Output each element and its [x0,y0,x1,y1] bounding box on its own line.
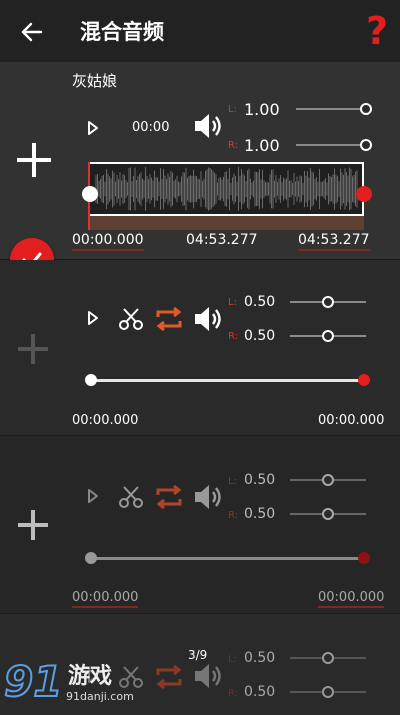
trim-range-bar[interactable] [92,557,364,560]
right-channel-value: 0.50 [244,684,276,700]
track-panel-1: 灰姑娘 00:00 L: 1.00 R: 1.00 00:00.000 04:5… [0,62,400,260]
play-button[interactable] [86,310,100,326]
trim-range-bar[interactable] [92,379,364,382]
left-channel-label: L: [228,104,237,115]
play-button[interactable] [86,488,100,504]
arrow-left-icon [21,22,43,42]
watermark-brand: 游戏 [68,664,113,689]
watermark-logo: 91 游戏 91danji.com [0,650,150,711]
range-start-handle[interactable] [85,552,97,564]
loop-button[interactable] [154,483,184,511]
left-volume-knob[interactable] [360,103,372,115]
cut-button[interactable] [118,306,144,332]
end-time: 00:00.000 [318,413,385,428]
add-track-button[interactable] [16,508,50,542]
play-button[interactable] [86,120,100,136]
svg-text:?: ? [366,9,388,52]
right-channel-label: R: [228,331,239,342]
track-name: 灰姑娘 [72,72,118,90]
play-icon [88,311,98,325]
start-time: 00:00.000 [72,590,139,608]
add-track-button[interactable] [16,332,50,366]
svg-text:91: 91 [4,657,62,706]
page-indicator: 3/9 [188,648,208,662]
right-channel-label: R: [228,688,239,699]
volume-icon [195,307,221,331]
left-channel-value: 0.50 [244,650,276,666]
volume-button[interactable] [192,481,224,513]
plus-icon [18,510,48,540]
left-channel-value: 1.00 [244,100,280,119]
volume-button[interactable] [192,303,224,335]
add-track-button[interactable] [14,140,54,180]
repeat-icon [156,306,182,332]
plus-icon [17,143,51,177]
right-channel-label: R: [228,140,239,151]
end-time: 04:53.277 [186,232,258,248]
right-volume-knob[interactable] [322,508,334,520]
total-time: 04:53.277 [298,232,370,251]
waveform-selection [88,216,364,230]
left-volume-knob[interactable] [322,296,334,308]
range-start-handle[interactable] [85,374,97,386]
left-channel-label: L: [228,476,237,487]
range-start-handle[interactable] [82,186,98,202]
play-icon [88,121,98,135]
left-channel-label: L: [228,654,237,665]
waveform-graph [95,167,358,211]
loop-button[interactable] [154,663,184,691]
question-mark-icon: ? [366,9,388,53]
waveform[interactable] [88,162,364,216]
left-volume-slider[interactable] [296,108,368,110]
track-panel-3: L: 0.50 R: 0.50 00:00.000 00:00.000 [0,436,400,614]
scissors-icon [119,486,143,508]
right-volume-knob[interactable] [360,139,372,151]
right-channel-label: R: [228,510,239,521]
right-volume-knob[interactable] [322,686,334,698]
page-title: 混合音频 [80,20,164,44]
left-channel-label: L: [228,297,237,308]
volume-button[interactable] [192,660,224,692]
track-panel-2: L: 0.50 R: 0.50 00:00.000 00:00.000 [0,260,400,436]
start-time: 00:00.000 [72,232,144,251]
right-volume-slider[interactable] [296,144,368,146]
right-channel-value: 1.00 [244,136,280,155]
loop-button[interactable] [154,305,184,333]
back-button[interactable] [18,18,46,46]
play-icon [88,489,98,503]
right-channel-value: 0.50 [244,328,276,344]
volume-icon [195,485,221,509]
right-volume-knob[interactable] [322,330,334,342]
watermark-url: 91danji.com [66,690,134,703]
left-channel-value: 0.50 [244,472,276,488]
range-end-handle[interactable] [358,374,370,386]
play-time: 00:00 [132,120,170,135]
volume-icon [195,664,221,688]
repeat-icon [156,484,182,510]
plus-icon [18,334,48,364]
volume-icon [195,114,221,138]
help-button[interactable]: ? [362,8,392,53]
repeat-icon [156,664,182,690]
start-time: 00:00.000 [72,413,139,428]
end-time: 00:00.000 [318,590,385,608]
app-bar: 混合音频 ? [0,0,400,62]
range-end-handle[interactable] [358,552,370,564]
left-volume-knob[interactable] [322,474,334,486]
volume-button[interactable] [192,110,224,142]
scissors-icon [119,308,143,330]
left-channel-value: 0.50 [244,294,276,310]
range-end-handle[interactable] [356,186,372,202]
left-volume-knob[interactable] [322,652,334,664]
right-channel-value: 0.50 [244,506,276,522]
cut-button[interactable] [118,484,144,510]
